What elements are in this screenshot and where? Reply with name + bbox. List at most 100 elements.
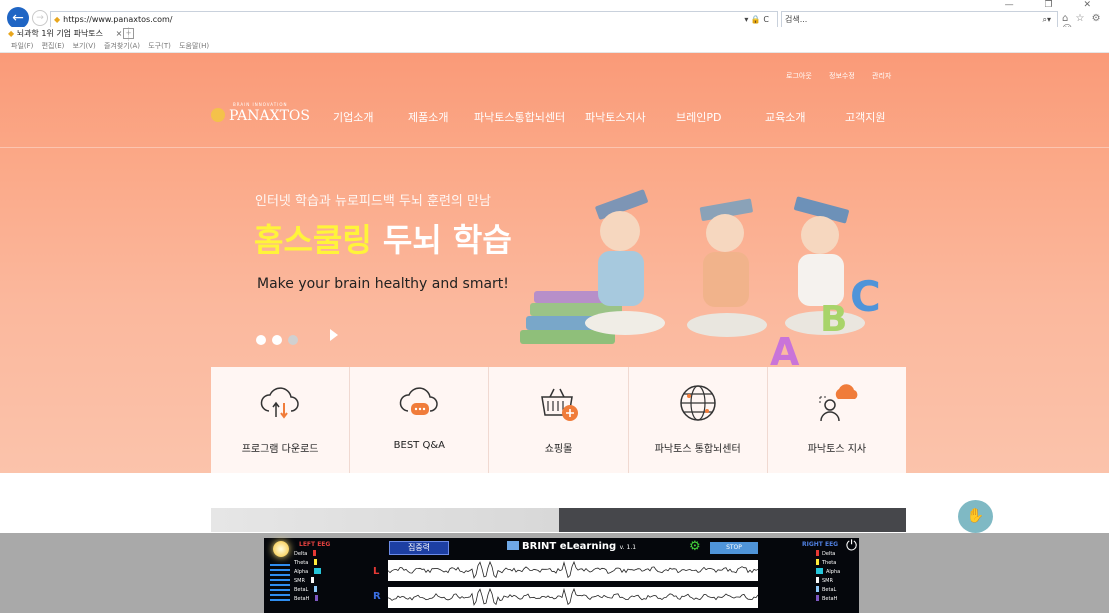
menu-view[interactable]: 보기(V) — [73, 42, 96, 50]
nav-branches[interactable]: 파낙토스지사 — [585, 109, 646, 125]
left-band-betal: BetaL — [294, 586, 321, 595]
child-center-illustration — [687, 198, 767, 337]
hero-subtitle: 인터넷 학습과 뉴로피드백 두뇌 훈련의 만남 — [255, 194, 491, 209]
brint-version: v. 1.1 — [619, 544, 637, 551]
quick-menu: 프로그램 다운로드 BEST Q&A 쇼핑몰 파낙토스 통합뇌센터 파낙토스 지… — [211, 367, 906, 473]
search-box[interactable]: 검색... ⌕▾ — [781, 11, 1058, 28]
hero-title: 홈스쿨링 두뇌 학습 — [254, 215, 512, 261]
logo-text: PANAXTOS — [229, 108, 310, 124]
right-eeg-header: RIGHT EEG — [802, 541, 839, 548]
forward-button[interactable]: → — [32, 10, 48, 26]
tab-close-icon[interactable]: × — [116, 29, 123, 38]
site-header-hero: 로그아웃 정보수정 관리자 PANAXTOS BRAIN INNOVATION … — [0, 53, 1109, 473]
left-eeg-waveform — [387, 560, 759, 581]
quick-menu-shop[interactable]: 쇼핑몰 — [489, 367, 629, 473]
quick-menu-download-label: 프로그램 다운로드 — [241, 444, 319, 455]
nav-education[interactable]: 교육소개 — [765, 109, 805, 125]
quick-menu-shop-label: 쇼핑몰 — [544, 444, 573, 455]
left-eeg-header: LEFT EEG — [299, 541, 331, 548]
quick-menu-brain-center-label: 파낙토스 통합뇌센터 — [654, 444, 741, 455]
focus-mode-button[interactable]: 집중력 — [389, 541, 449, 555]
content-banner-left — [211, 508, 559, 532]
brint-title: BRINT eLearning v. 1.1 — [507, 541, 636, 552]
level-meter — [270, 564, 290, 604]
user-cloud-icon — [819, 384, 858, 422]
header-divider — [0, 147, 1109, 148]
left-channel-label: L — [373, 566, 380, 577]
left-band-theta: Theta — [294, 559, 321, 568]
search-placeholder: 검색... — [785, 15, 808, 24]
address-bar[interactable]: ◆ https://www.panaxtos.com/ ▾ 🔒 C — [50, 11, 778, 28]
edit-profile-link[interactable]: 정보수정 — [829, 71, 855, 81]
quick-menu-qa[interactable]: BEST Q&A — [350, 367, 490, 473]
left-band-alpha: Alpha — [294, 568, 322, 577]
address-tools[interactable]: ▾ 🔒 C — [744, 12, 769, 27]
search-icon[interactable]: ⌕▾ — [1043, 12, 1052, 27]
hero-tagline: Make your brain healthy and smart! — [257, 276, 509, 292]
left-band-smr: SMR — [294, 577, 321, 586]
left-waveform-graphic — [387, 560, 759, 579]
slider-dot-1[interactable] — [256, 335, 266, 345]
right-band-delta: Delta — [816, 550, 840, 559]
menu-file[interactable]: 파일(F) — [11, 42, 33, 50]
menu-favorites[interactable]: 즐겨찾기(A) — [104, 42, 140, 50]
menu-edit[interactable]: 편집(E) — [42, 42, 65, 50]
slider-dot-3[interactable] — [288, 335, 298, 345]
right-band-alpha: Alpha — [816, 568, 840, 577]
content-banner-right — [559, 508, 906, 532]
right-band-betal: BetaL — [816, 586, 840, 595]
quick-menu-brain-center[interactable]: 파낙토스 통합뇌센터 — [629, 367, 768, 473]
lightbulb-icon — [273, 541, 289, 557]
quick-menu-qa-label: BEST Q&A — [393, 440, 445, 451]
handshake-chat-button[interactable]: ✋ — [958, 500, 993, 533]
left-band-betah: BetaH — [294, 595, 321, 604]
hero-title-rest: 두뇌 학습 — [371, 221, 512, 259]
stop-button[interactable]: STOP — [710, 542, 758, 554]
settings-gear-icon[interactable]: ⚙ — [689, 539, 701, 554]
nav-support[interactable]: 고객지원 — [845, 109, 885, 125]
nav-company[interactable]: 기업소개 — [333, 109, 373, 125]
right-band-list: Delta Theta Alpha SMR BetaL BetaH — [816, 550, 840, 604]
left-band-delta: Delta — [294, 550, 321, 559]
back-button[interactable]: ← — [7, 7, 29, 29]
site-favicon-icon: ◆ — [54, 15, 61, 24]
nav-brain-pd[interactable]: 브레인PD — [676, 109, 721, 125]
monitor-icon — [507, 541, 519, 550]
svg-text:C: C — [850, 272, 881, 321]
slider-dots — [256, 330, 304, 349]
right-band-theta: Theta — [816, 559, 840, 568]
logout-link[interactable]: 로그아웃 — [786, 71, 812, 81]
nav-brain-center[interactable]: 파낙토스통합뇌센터 — [474, 109, 565, 125]
new-tab-button[interactable]: + — [123, 28, 134, 39]
chat-cloud-icon — [400, 387, 439, 415]
tab-strip — [0, 27, 1109, 41]
right-waveform-graphic — [387, 587, 759, 606]
menu-tools[interactable]: 도구(T) — [148, 42, 171, 50]
nav-products[interactable]: 제품소개 — [408, 109, 448, 125]
window-controls[interactable]: — ❐ ✕ — [1005, 0, 1105, 10]
hero-children-illustration: A B C — [520, 189, 881, 373]
globe-icon — [679, 385, 716, 421]
menu-help[interactable]: 도움말(H) — [179, 42, 209, 50]
menu-bar: 파일(F) 편집(E) 보기(V) 즐겨찾기(A) 도구(T) 도움말(H) — [0, 41, 1109, 53]
power-icon[interactable]: ⏻ — [846, 538, 857, 554]
logo-tagline: BRAIN INNOVATION — [233, 102, 288, 107]
slider-dot-2[interactable] — [272, 335, 282, 345]
admin-link[interactable]: 관리자 — [872, 71, 891, 81]
quick-menu-download[interactable]: 프로그램 다운로드 — [211, 367, 351, 473]
site-logo[interactable]: PANAXTOS BRAIN INNOVATION — [211, 102, 310, 124]
logo-mark-icon — [211, 108, 225, 122]
quick-menu-branches-label: 파낙토스 지사 — [807, 444, 867, 455]
hero-title-highlight: 홈스쿨링 — [254, 221, 372, 259]
browser-toolbar: ← → ◆ https://www.panaxtos.com/ ▾ 🔒 C 검색.… — [0, 0, 1109, 35]
cloud-download-icon — [260, 387, 299, 419]
tab-title: 뇌과학 1위 기업 파낙토스 — [16, 29, 104, 38]
left-band-list: Delta Theta Alpha SMR BetaL BetaH — [294, 550, 322, 604]
svg-text:B: B — [820, 299, 847, 340]
tab-favicon-icon: ◆ — [8, 29, 15, 38]
right-band-betah: BetaH — [816, 595, 840, 604]
slider-play-icon[interactable] — [330, 329, 338, 341]
browser-tab[interactable]: ◆ 뇌과학 1위 기업 파낙토스 × — [8, 27, 130, 41]
quick-menu-branches[interactable]: 파낙토스 지사 — [768, 367, 906, 473]
brint-elearning-panel: LEFT EEG Delta Theta Alpha SMR BetaL Bet… — [264, 538, 859, 613]
